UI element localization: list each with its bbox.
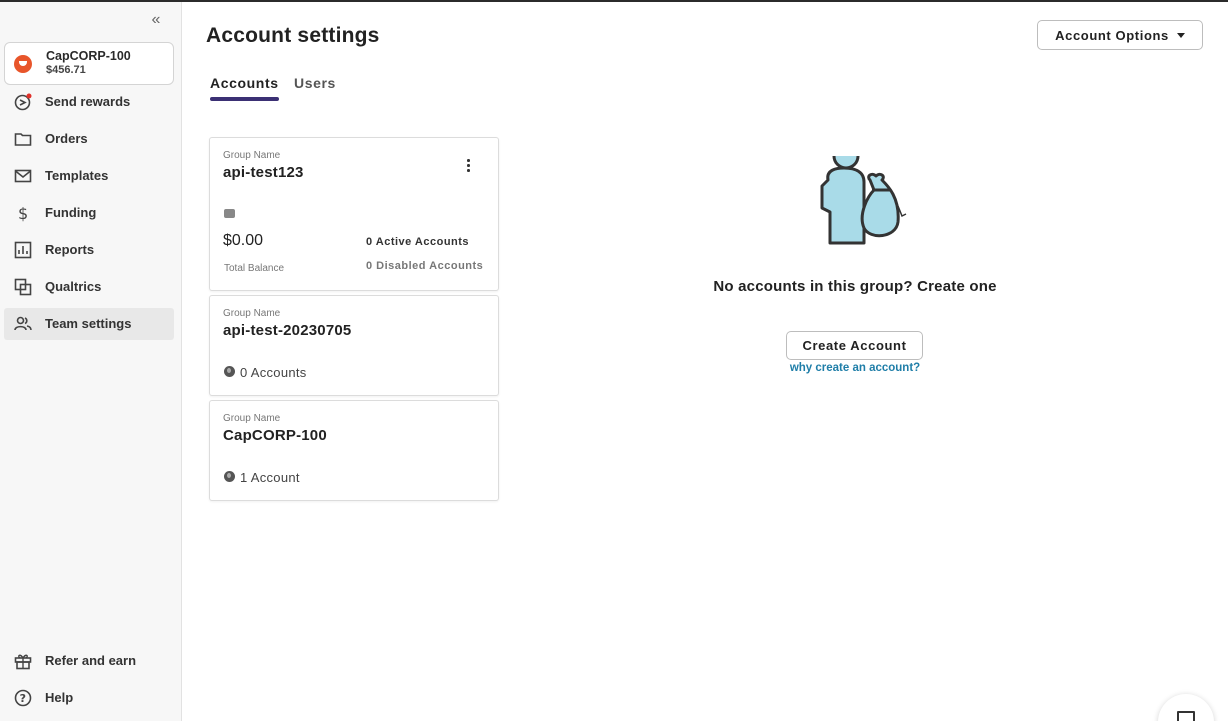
- collapse-sidebar-icon[interactable]: «: [146, 10, 166, 30]
- group-card-api-test-20230705[interactable]: Group Name api-test-20230705 0 Accounts: [209, 295, 499, 396]
- team-icon: [14, 316, 32, 331]
- create-account-button[interactable]: Create Account: [786, 331, 923, 360]
- empty-state-message: No accounts in this group? Create one: [713, 278, 997, 295]
- sidebar-item-orders[interactable]: Orders: [4, 123, 174, 155]
- sidebar-item-templates[interactable]: Templates: [4, 160, 174, 192]
- account-options-label: Account Options: [1055, 27, 1169, 43]
- mail-icon: [14, 169, 32, 183]
- person-money-bag-illustration: [820, 155, 907, 245]
- sidebar-item-label: Refer and earn: [45, 653, 137, 668]
- sidebar-item-label: Reports: [45, 242, 95, 257]
- active-tab-indicator: [210, 97, 279, 101]
- globe-icon: [224, 366, 235, 377]
- sidebar-item-label: Team settings: [45, 316, 132, 331]
- sidebar-item-team-settings[interactable]: Team settings: [4, 308, 174, 340]
- account-options-button[interactable]: Account Options: [1037, 20, 1203, 50]
- disabled-accounts-count: 0 Disabled Accounts: [366, 260, 484, 272]
- chat-icon: [1177, 711, 1195, 721]
- brand-logo-icon: [14, 55, 32, 73]
- sidebar-item-label: Send rewards: [45, 94, 131, 109]
- dollar-icon: $: [18, 204, 28, 222]
- group-name-label: Group Name: [223, 150, 281, 161]
- accounts-count: 0 Accounts: [240, 365, 307, 380]
- group-card-capcorp-100[interactable]: Group Name CapCORP-100 1 Account: [209, 400, 499, 501]
- group-name: CapCORP-100: [223, 427, 327, 444]
- chat-widget-button[interactable]: [1158, 694, 1214, 721]
- tab-users[interactable]: Users: [294, 75, 336, 91]
- sidebar-item-refer-and-earn[interactable]: Refer and earn: [4, 645, 174, 677]
- gift-icon: [14, 654, 32, 670]
- group-card-api-test123[interactable]: Group Name api-test123 $0.00 Total Balan…: [209, 137, 499, 291]
- help-icon: ?: [14, 689, 32, 707]
- folder-icon: [14, 133, 32, 146]
- sidebar-item-qualtrics[interactable]: Qualtrics: [4, 271, 174, 303]
- sidebar-item-label: Funding: [45, 205, 97, 220]
- sidebar-item-reports[interactable]: Reports: [4, 234, 174, 266]
- sidebar-item-label: Templates: [45, 168, 109, 183]
- wallet-icon: [224, 209, 235, 218]
- sidebar-item-funding[interactable]: $ Funding: [4, 197, 174, 229]
- more-options-icon[interactable]: [462, 156, 474, 174]
- caret-down-icon: [1176, 32, 1185, 38]
- active-accounts-count: 0 Active Accounts: [366, 236, 470, 248]
- sidebar-item-label: Help: [45, 690, 74, 705]
- sidebar-item-label: Qualtrics: [45, 279, 102, 294]
- sidebar: « CapCORP-100 $456.71 Send rewards Order…: [0, 2, 182, 721]
- page-title: Account settings: [206, 24, 380, 47]
- tab-accounts[interactable]: Accounts: [210, 75, 279, 91]
- group-name-label: Group Name: [223, 308, 281, 319]
- sidebar-item-send-rewards[interactable]: Send rewards: [4, 86, 174, 118]
- total-balance-label: Total Balance: [224, 263, 285, 274]
- group-name: api-test123: [223, 164, 304, 181]
- group-name-label: Group Name: [223, 413, 281, 424]
- copy-icon: [14, 278, 32, 296]
- total-balance-value: $0.00: [223, 232, 264, 249]
- svg-text:$: $: [18, 204, 28, 222]
- account-switcher[interactable]: CapCORP-100 $456.71: [4, 42, 174, 85]
- accounts-count: 1 Account: [240, 470, 300, 485]
- top-border: [0, 0, 1228, 2]
- globe-icon: [224, 471, 235, 482]
- why-create-account-link[interactable]: why create an account?: [760, 362, 950, 374]
- bar-chart-icon: [14, 241, 32, 259]
- sidebar-item-label: Orders: [45, 131, 88, 146]
- group-name: api-test-20230705: [223, 322, 352, 339]
- send-rewards-icon: [14, 93, 32, 111]
- account-balance: $456.71: [46, 64, 86, 76]
- svg-text:?: ?: [20, 692, 26, 705]
- sidebar-item-help[interactable]: ? Help: [4, 682, 174, 714]
- account-name: CapCORP-100: [46, 49, 131, 63]
